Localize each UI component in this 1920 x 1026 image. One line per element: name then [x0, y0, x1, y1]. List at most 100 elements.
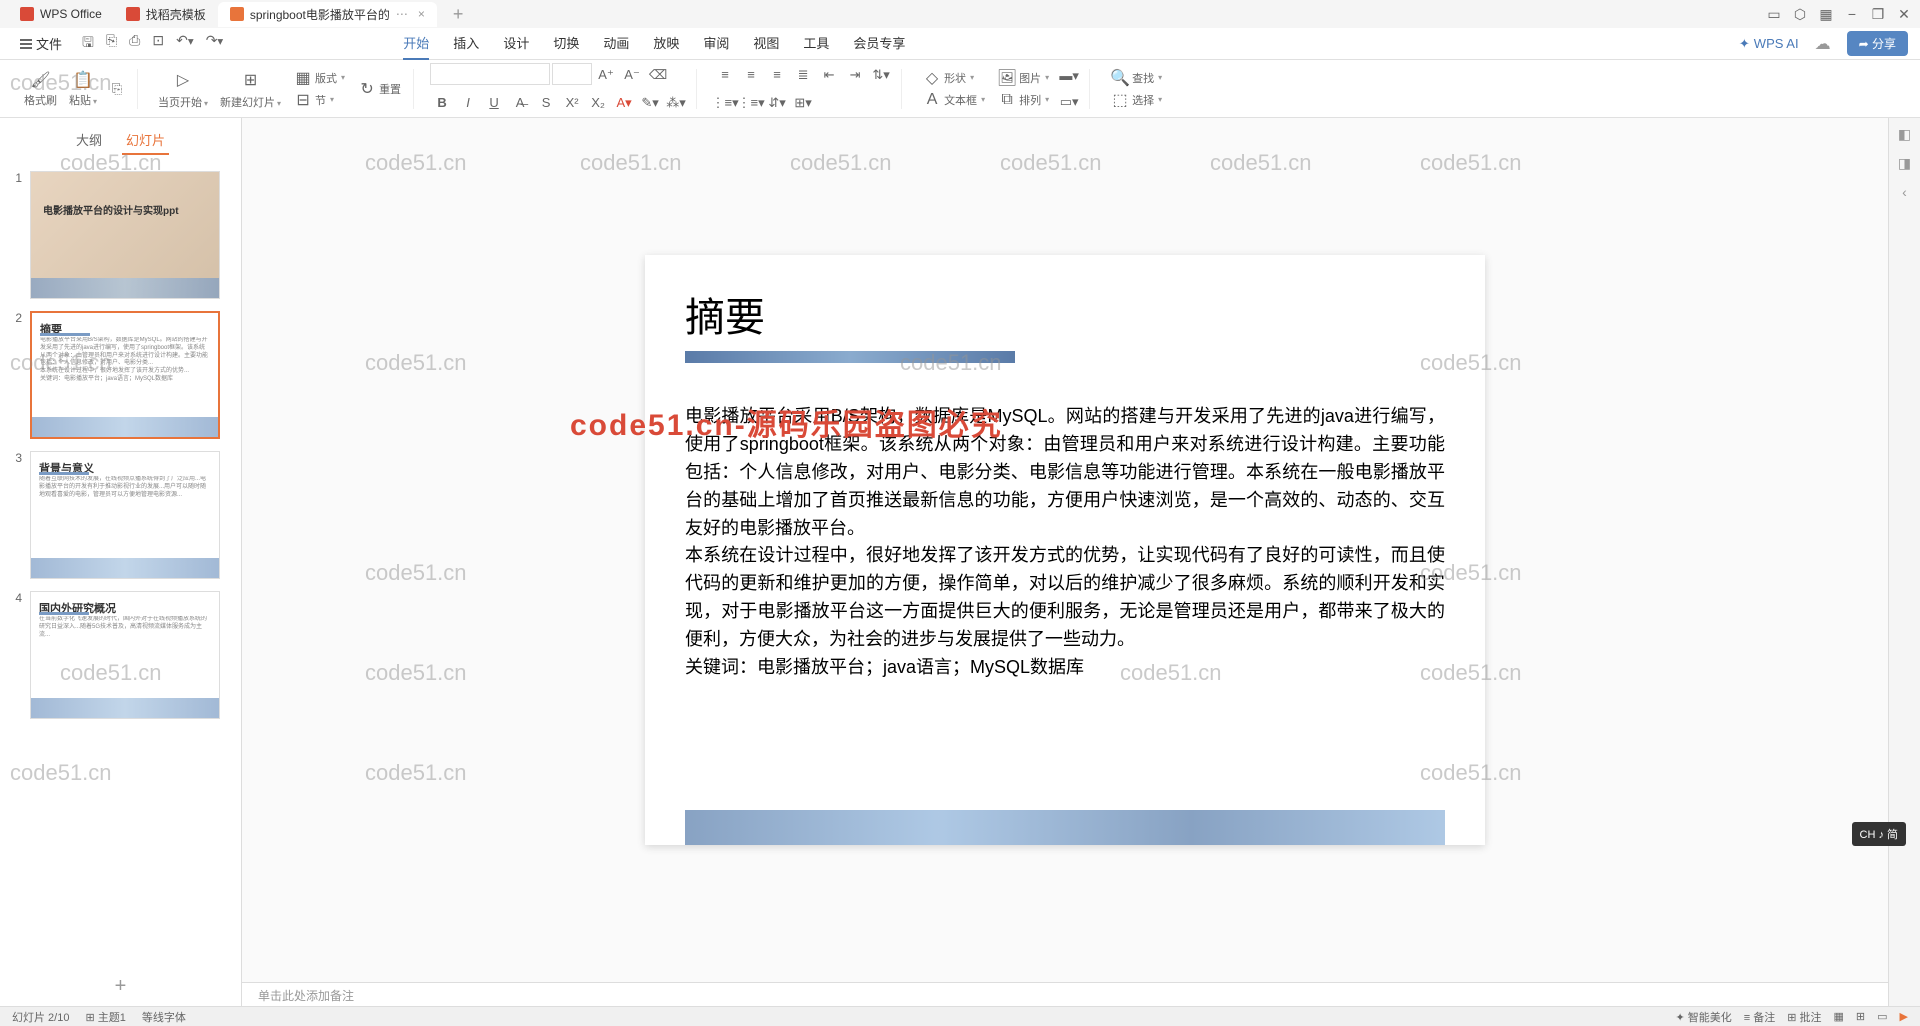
align-justify-icon[interactable]: ≣ — [791, 63, 815, 87]
tab-start[interactable]: 开始 — [403, 27, 429, 60]
wps-ai-button[interactable]: ✦ WPS AI — [1739, 36, 1799, 52]
slide-thumb-4[interactable]: 4 国内外研究概况 在当前数字化飞速发展的时代，国内外对于在线视频播放系统的研究… — [8, 591, 233, 719]
outline-icon[interactable]: ▭▾ — [1057, 90, 1081, 114]
tab-view[interactable]: 视图 — [753, 27, 779, 60]
slide-thumb-2[interactable]: 2 摘要 电影播放平台采用B/S架构，数据库是MySQL。网站的搭建与开发采用了… — [8, 311, 233, 439]
file-menu[interactable]: 文件 — [12, 30, 70, 57]
paste-button[interactable]: 📋粘贴▾ — [65, 70, 101, 108]
strikethrough-button[interactable]: S — [534, 91, 558, 115]
content-area: 大纲 幻灯片 1 电影播放平台的设计与实现ppt 2 摘要 电影播放平台采用B/… — [0, 118, 1920, 1006]
decrease-font-icon[interactable]: A⁻ — [620, 63, 644, 87]
highlight-button[interactable]: ✎▾ — [638, 91, 662, 115]
fill-icon[interactable]: ▬▾ — [1057, 64, 1081, 88]
slide-thumb-3[interactable]: 3 背景与意义 随着互联网技术的发展，在线视频点播系统得到了广泛应用...电影播… — [8, 451, 233, 579]
win-icon-2[interactable]: ⬡ — [1788, 2, 1812, 26]
tab-design[interactable]: 设计 — [503, 27, 529, 60]
increase-font-icon[interactable]: A⁺ — [594, 63, 618, 87]
sidebar-icon-2[interactable]: ◨ — [1898, 155, 1911, 172]
cloud-icon[interactable]: ☁ — [1815, 34, 1831, 54]
picture-button[interactable]: 🖼图片▾ — [993, 68, 1053, 88]
share-button[interactable]: ➦ 分享 — [1847, 31, 1908, 56]
app-tab-wps[interactable]: WPS Office — [8, 3, 114, 25]
preview-icon[interactable]: ⊡ — [152, 32, 164, 56]
print-icon[interactable]: ⎙ — [129, 32, 140, 56]
tab-review[interactable]: 审阅 — [703, 27, 729, 60]
notes-bar[interactable]: 单击此处添加备注 — [242, 982, 1888, 1006]
align-center-icon[interactable]: ≡ — [739, 63, 763, 87]
superscript-button[interactable]: X² — [560, 91, 584, 115]
indent-increase-icon[interactable]: ⇥ — [843, 63, 867, 87]
italic-button[interactable]: I — [456, 91, 480, 115]
line-spacing-icon[interactable]: ⇅▾ — [869, 63, 893, 87]
shape-button[interactable]: ◇形状▾ — [918, 68, 989, 88]
underline-button[interactable]: U — [482, 91, 506, 115]
tab-member[interactable]: 会员专享 — [853, 27, 905, 60]
status-beautify[interactable]: ✦ 智能美化 — [1675, 1009, 1731, 1025]
save-icon[interactable]: 🖫 — [82, 32, 94, 56]
reset-button[interactable]: ↻重置 — [353, 79, 405, 99]
align-left-icon[interactable]: ≡ — [713, 63, 737, 87]
font-color-button[interactable]: A▾ — [612, 91, 636, 115]
clipboard-extra-icon[interactable]: ⎘ — [105, 77, 129, 101]
view-slideshow-icon[interactable]: ▶ — [1900, 1010, 1908, 1023]
status-comment[interactable]: ⊞ 批注 — [1787, 1009, 1821, 1025]
slides-tab[interactable]: 幻灯片 — [122, 126, 169, 155]
bullets-icon[interactable]: ⋮≡▾ — [713, 91, 737, 115]
layout-button[interactable]: ▦版式▾ — [289, 68, 349, 88]
app-tab-template[interactable]: 找稻壳模板 — [114, 2, 218, 27]
clear-format-icon[interactable]: ⌫ — [646, 63, 670, 87]
ime-indicator: CH ♪ 简 — [1852, 822, 1907, 846]
slide-thumb-1[interactable]: 1 电影播放平台的设计与实现ppt — [8, 171, 233, 299]
indent-decrease-icon[interactable]: ⇤ — [817, 63, 841, 87]
status-notes[interactable]: ≡ 备注 — [1744, 1009, 1775, 1025]
numbering-icon[interactable]: ⋮≡▾ — [739, 91, 763, 115]
strike-button[interactable]: A̶ — [508, 91, 532, 115]
text-direction-icon[interactable]: ⇵▾ — [765, 91, 789, 115]
view-sorter-icon[interactable]: ⊞ — [1856, 1010, 1865, 1023]
slide-title[interactable]: 摘要 — [685, 285, 1445, 343]
bold-button[interactable]: B — [430, 91, 454, 115]
subscript-button[interactable]: X₂ — [586, 91, 610, 115]
find-button[interactable]: 🔍查找▾ — [1106, 68, 1166, 88]
maximize-button[interactable]: ❐ — [1866, 2, 1890, 26]
main-area: 摘要 电影播放平台采用B/S架构，数据库是MySQL。网站的搭建与开发采用了先进… — [242, 118, 1888, 1006]
tab-slideshow[interactable]: 放映 — [653, 27, 679, 60]
section-button[interactable]: ⊟节▾ — [289, 90, 349, 110]
export-icon[interactable]: ⎘ — [106, 32, 117, 56]
view-reading-icon[interactable]: ▭ — [1877, 1010, 1887, 1023]
slide-canvas[interactable]: 摘要 电影播放平台采用B/S架构，数据库是MySQL。网站的搭建与开发采用了先进… — [242, 118, 1888, 982]
tab-transition[interactable]: 切换 — [553, 27, 579, 60]
format-painter-button[interactable]: 🖌格式刷 — [20, 70, 61, 108]
font-family-select[interactable] — [430, 63, 550, 85]
view-normal-icon[interactable]: ▦ — [1834, 1010, 1844, 1023]
redo-icon[interactable]: ↷▾ — [206, 32, 224, 56]
tab-insert[interactable]: 插入 — [453, 27, 479, 60]
undo-icon[interactable]: ↶▾ — [176, 32, 194, 56]
align-right-icon[interactable]: ≡ — [765, 63, 789, 87]
current-slide[interactable]: 摘要 电影播放平台采用B/S架构，数据库是MySQL。网站的搭建与开发采用了先进… — [645, 255, 1485, 845]
app-tab-document[interactable]: springboot电影播放平台的 ⋯ × — [218, 2, 437, 27]
tab-animation[interactable]: 动画 — [603, 27, 629, 60]
tab-close-button[interactable]: × — [418, 7, 425, 21]
align-vertical-icon[interactable]: ⊞▾ — [791, 91, 815, 115]
sidebar-icon-1[interactable]: ◧ — [1898, 126, 1911, 143]
reset-icon: ↻ — [357, 79, 377, 99]
start-page-button[interactable]: ▷当页开始▾ — [154, 68, 212, 110]
win-icon-1[interactable]: ▭ — [1762, 2, 1786, 26]
add-slide-button[interactable]: + — [0, 967, 241, 1006]
text-effect-button[interactable]: ⁂▾ — [664, 91, 688, 115]
close-button[interactable]: ✕ — [1892, 2, 1916, 26]
minimize-button[interactable]: − — [1840, 2, 1864, 26]
slides-list[interactable]: 1 电影播放平台的设计与实现ppt 2 摘要 电影播放平台采用B/S架构，数据库… — [0, 163, 241, 967]
textbox-button[interactable]: A文本框▾ — [918, 90, 989, 110]
font-size-select[interactable] — [552, 63, 592, 85]
sidebar-chevron-icon[interactable]: ‹ — [1902, 184, 1907, 200]
new-slide-button[interactable]: ⊞新建幻灯片▾ — [216, 68, 285, 110]
arrange-button[interactable]: ⧉排列▾ — [993, 90, 1053, 110]
win-icon-3[interactable]: ▦ — [1814, 2, 1838, 26]
outline-tab[interactable]: 大纲 — [72, 126, 106, 155]
tab-add-button[interactable]: + — [445, 4, 472, 25]
tab-tools[interactable]: 工具 — [803, 27, 829, 60]
select-button[interactable]: ⬚选择▾ — [1106, 90, 1166, 110]
slide-body[interactable]: 电影播放平台采用B/S架构，数据库是MySQL。网站的搭建与开发采用了先进的ja… — [685, 403, 1445, 682]
